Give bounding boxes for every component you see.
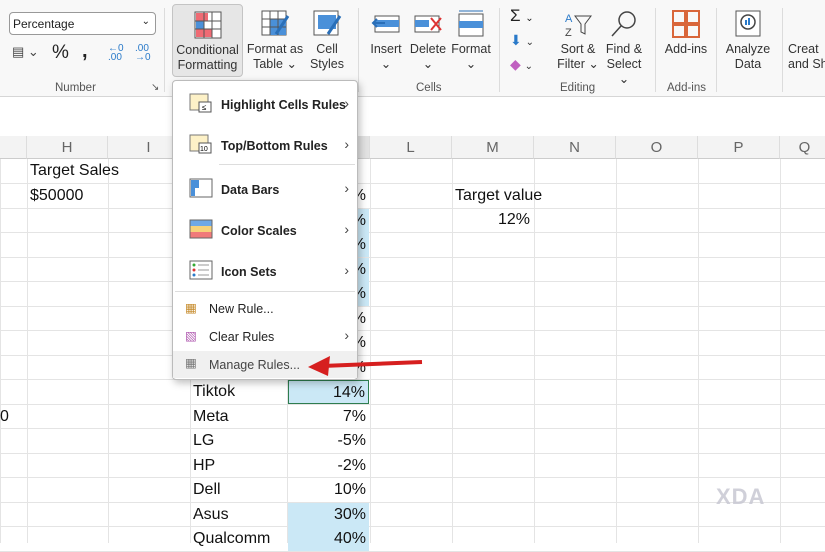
format-as-table-icon (260, 10, 290, 38)
icon-sets-icon (189, 260, 213, 280)
percent-style-button[interactable]: % (52, 42, 69, 64)
cell-growth-value[interactable]: -2% (288, 454, 369, 478)
editing-group-label: Editing (560, 82, 595, 94)
clear-rules-icon: ▧ (185, 328, 197, 343)
autosum-icon[interactable]: Σ ⌄ (510, 6, 534, 26)
analyze-data-button[interactable]: AnalyzeData (722, 10, 774, 72)
svg-text:Z: Z (565, 27, 572, 38)
column-header-q[interactable]: Q (780, 136, 825, 159)
cell-growth-value[interactable]: 10% (288, 478, 369, 502)
conditional-formatting-icon (193, 11, 223, 39)
dialog-launcher-icon[interactable]: ↘ (151, 82, 159, 93)
menu-item-data-bars[interactable]: Data Bars› (173, 176, 357, 204)
sort-filter-icon: AZ (563, 10, 593, 38)
menu-item-color-scales[interactable]: Color Scales› (173, 217, 357, 245)
cell-growth-value[interactable]: 40% (288, 527, 369, 551)
menu-item-highlight-cells-rules[interactable]: ≤ Highlight Cells Rules› (173, 91, 357, 119)
accounting-format-icon[interactable]: ▤ ⌄ (12, 44, 39, 60)
format-as-table-button[interactable]: Format asTable ⌄ (246, 10, 304, 72)
format-button[interactable]: Format⌄ (450, 10, 492, 72)
number-group-label: Number (55, 82, 96, 94)
analyze-data-icon (733, 10, 763, 38)
xda-watermark: XDA (716, 484, 765, 510)
delete-cells-icon (413, 10, 443, 38)
chevron-right-icon: › (344, 221, 349, 237)
column-header-o[interactable]: O (616, 136, 698, 159)
cell-growth-value[interactable]: 14% (288, 380, 369, 404)
cell-styles-icon (312, 10, 342, 38)
svg-text:10: 10 (200, 146, 208, 153)
cell-target-value[interactable]: 12% (452, 208, 534, 232)
column-header-l[interactable]: L (370, 136, 452, 159)
decrease-decimal-button[interactable]: .00→0 (135, 44, 151, 62)
chevron-right-icon: › (344, 95, 349, 111)
increase-decimal-button[interactable]: ←0.00 (108, 44, 124, 62)
cells-group-label: Cells (416, 82, 442, 94)
format-cells-icon (456, 10, 486, 38)
cell-growth-value[interactable]: 7% (288, 405, 369, 429)
find-select-button[interactable]: Find &Select ⌄ (602, 10, 646, 87)
insert-button[interactable]: Insert⌄ (366, 10, 406, 72)
red-arrow-annotation (300, 350, 430, 380)
magnifier-icon (609, 10, 639, 38)
fill-icon[interactable]: ⬇ ⌄ (510, 32, 534, 49)
chevron-right-icon: › (344, 136, 349, 152)
column-header-h[interactable]: H (27, 136, 108, 159)
number-format-dropdown[interactable]: Percentage⌄ (9, 12, 156, 35)
clear-eraser-icon[interactable]: ◆ ⌄ (510, 56, 533, 73)
svg-text:≤: ≤ (202, 103, 207, 112)
column-header-n[interactable]: N (534, 136, 616, 159)
addins-group-label: Add-ins (667, 82, 706, 94)
cell-company-name[interactable]: Asus (190, 503, 287, 527)
cell-company-name[interactable]: Qualcomm (190, 527, 287, 551)
cell-target-sales-label[interactable]: Target Sales (27, 159, 122, 183)
chevron-right-icon: › (344, 180, 349, 196)
insert-cells-icon (371, 10, 401, 38)
menu-item-new-rule[interactable]: ▦ New Rule... (173, 297, 357, 323)
create-share-button[interactable]: Creatand Sh (788, 42, 825, 72)
data-bars-icon (189, 178, 213, 198)
menu-item-clear-rules[interactable]: ▧ Clear Rules› (173, 325, 357, 351)
add-ins-icon (671, 10, 701, 38)
top-bottom-icon: 10 (189, 134, 213, 154)
highlight-cells-icon: ≤ (189, 93, 213, 113)
new-rule-icon: ▦ (185, 300, 197, 315)
color-scales-icon (189, 219, 213, 239)
cell-company-name[interactable]: Dell (190, 478, 287, 502)
chevron-down-icon: ⌄ (142, 16, 150, 27)
cell-target-value-label[interactable]: Target value (452, 184, 545, 208)
cell-styles-button[interactable]: CellStyles ⌄ (304, 10, 350, 87)
manage-rules-icon: ▦ (185, 355, 197, 370)
cell-company-name[interactable]: LG (190, 429, 287, 453)
delete-button[interactable]: Delete⌄ (408, 10, 448, 72)
ribbon: Percentage⌄ ▤ ⌄ % , ←0.00 .00→0 Number ↘… (0, 0, 825, 97)
svg-text:A: A (565, 13, 573, 25)
menu-item-icon-sets[interactable]: Icon Sets› (173, 258, 357, 286)
cell-company-name[interactable]: Meta (190, 405, 287, 429)
chevron-right-icon: › (344, 327, 349, 343)
menu-item-top-bottom-rules[interactable]: 10 Top/Bottom Rules› (173, 132, 357, 160)
cell-company-name[interactable]: HP (190, 454, 287, 478)
cell-partial[interactable]: 0 (0, 405, 12, 429)
add-ins-button[interactable]: Add-ins (662, 10, 710, 57)
cell-growth-value[interactable]: -5% (288, 429, 369, 453)
sort-filter-button[interactable]: AZ Sort &Filter ⌄ (556, 10, 600, 72)
comma-style-button[interactable]: , (82, 40, 88, 63)
chevron-right-icon: › (344, 262, 349, 278)
cell-target-sales-value[interactable]: $50000 (27, 184, 86, 208)
cell-growth-value[interactable]: 30% (288, 503, 369, 527)
conditional-formatting-menu: ≤ Highlight Cells Rules› 10 Top/Bottom R… (172, 80, 358, 380)
conditional-formatting-button[interactable]: ConditionalFormatting ⌄ (172, 4, 243, 77)
column-header-p[interactable]: P (698, 136, 780, 159)
column-header[interactable] (0, 136, 27, 159)
column-header-m[interactable]: M (452, 136, 534, 159)
cell-company-name[interactable]: Tiktok (190, 380, 287, 404)
